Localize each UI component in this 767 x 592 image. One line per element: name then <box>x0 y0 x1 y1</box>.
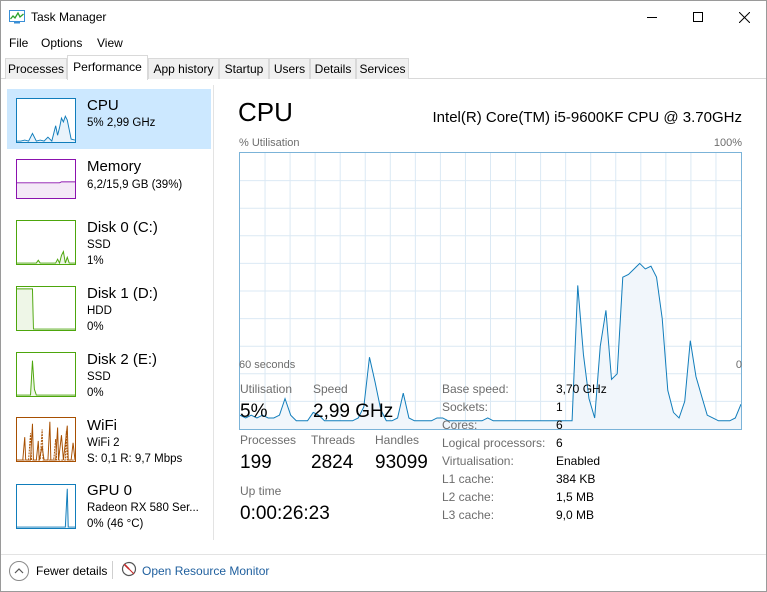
spec-value-base-speed: 3,70 GHz <box>556 382 607 396</box>
threads-label: Threads <box>311 433 356 447</box>
spec-value-sockets: 1 <box>556 400 563 414</box>
sidebar-sub-gpu0-usage: 0% (46 °C) <box>87 518 144 530</box>
tab-app-history[interactable]: App history <box>148 58 219 79</box>
sidebar-title-disk2: Disk 2 (E:) <box>87 351 158 368</box>
sidebar-sub-disk2-usage: 0% <box>87 387 104 399</box>
spec-label-l1-cache: L1 cache: <box>442 472 495 486</box>
uptime-value: 0:00:26:23 <box>240 503 330 524</box>
sidebar-item-disk1[interactable]: Disk 1 (D:) HDD 0% <box>7 277 211 341</box>
sidebar-sub-gpu0-name: Radeon RX 580 Ser... <box>87 502 199 514</box>
spec-value-logical-processors: 6 <box>556 436 563 450</box>
sidebar-sub-disk0-usage: 1% <box>87 255 104 267</box>
task-manager-window: Task Manager File Options View Processes… <box>0 0 767 592</box>
performance-sidebar: CPU 5% 2,99 GHz Memory 6,2/15,9 GB (39%)… <box>7 89 211 539</box>
sidebar-sub-cpu: 5% 2,99 GHz <box>87 117 156 129</box>
spec-label-logical-processors: Logical processors: <box>442 436 546 450</box>
chevron-up-icon[interactable] <box>9 561 29 581</box>
tab-services[interactable]: Services <box>356 58 409 79</box>
task-manager-icon <box>9 10 25 24</box>
spec-label-l2-cache: L2 cache: <box>442 490 495 504</box>
window-title: Task Manager <box>31 10 107 24</box>
processes-label: Processes <box>240 433 297 447</box>
sidebar-title-disk0: Disk 0 (C:) <box>87 219 158 236</box>
processes-value: 199 <box>240 452 272 473</box>
menu-bar: File Options View <box>1 33 766 55</box>
sidebar-item-gpu0[interactable]: GPU 0 Radeon RX 580 Ser... 0% (46 °C) <box>7 475 211 539</box>
utilisation-label: Utilisation <box>240 382 293 396</box>
tab-users[interactable]: Users <box>269 58 310 79</box>
maximize-icon <box>693 12 703 22</box>
sidebar-title-wifi: WiFi <box>87 417 117 434</box>
footer-divider <box>112 561 113 579</box>
title-bar: Task Manager <box>1 1 766 33</box>
resource-monitor-icon[interactable] <box>121 561 137 577</box>
spec-value-cores: 6 <box>556 418 563 432</box>
menu-options[interactable]: Options <box>41 36 82 50</box>
wifi-thumbnail-graph <box>16 417 76 462</box>
gpu0-thumbnail-graph <box>16 484 76 529</box>
spec-label-sockets: Sockets: <box>442 400 489 414</box>
sidebar-sub-disk0-type: SSD <box>87 239 111 251</box>
threads-value: 2824 <box>311 452 354 473</box>
close-icon <box>738 11 750 23</box>
sidebar-sub-wifi-name: WiFi 2 <box>87 437 120 449</box>
spec-label-base-speed: Base speed: <box>442 382 509 396</box>
minimize-icon <box>647 17 657 18</box>
sidebar-sub-memory: 6,2/15,9 GB (39%) <box>87 179 183 191</box>
handles-value: 93099 <box>375 452 428 473</box>
memory-thumbnail-graph <box>16 159 76 199</box>
disk1-thumbnail-graph <box>16 286 76 331</box>
sidebar-sub-disk1-type: HDD <box>87 305 112 317</box>
disk0-thumbnail-graph <box>16 220 76 265</box>
spec-value-l2-cache: 1,5 MB <box>556 490 595 504</box>
handles-label: Handles <box>375 433 420 447</box>
sidebar-title-cpu: CPU <box>87 97 119 114</box>
utilisation-value: 5% <box>240 401 268 422</box>
minimize-button[interactable] <box>629 1 675 33</box>
sidebar-title-memory: Memory <box>87 158 142 175</box>
tab-processes[interactable]: Processes <box>5 58 67 79</box>
speed-label: Speed <box>313 382 348 396</box>
speed-value: 2,99 GHz <box>313 401 394 422</box>
graph-ylabel: % Utilisation <box>239 137 300 149</box>
fewer-details-button[interactable]: Fewer details <box>36 564 107 578</box>
menu-view[interactable]: View <box>97 36 123 50</box>
graph-ymax-label: 100% <box>713 137 742 149</box>
cpu-model-name: Intel(R) Core(TM) i5-9600KF CPU @ 3.70GH… <box>432 109 742 126</box>
sidebar-item-cpu[interactable]: CPU 5% 2,99 GHz <box>7 89 211 149</box>
tab-performance[interactable]: Performance <box>67 55 148 80</box>
spec-value-l1-cache: 384 KB <box>556 472 596 486</box>
sidebar-title-gpu0: GPU 0 <box>87 482 133 499</box>
sidebar-sub-disk2-type: SSD <box>87 371 111 383</box>
tab-strip: Processes Performance App history Startu… <box>1 55 766 80</box>
footer-bar: Fewer details Open Resource Monitor <box>1 554 766 591</box>
spec-label-cores: Cores: <box>442 418 478 432</box>
sidebar-sub-wifi-rate: S: 0,1 R: 9,7 Mbps <box>87 453 183 465</box>
disk2-thumbnail-graph <box>16 352 76 397</box>
sidebar-sub-disk1-usage: 0% <box>87 321 104 333</box>
sidebar-item-wifi[interactable]: WiFi WiFi 2 S: 0,1 R: 9,7 Mbps <box>7 409 211 473</box>
sidebar-item-disk2[interactable]: Disk 2 (E:) SSD 0% <box>7 343 211 407</box>
open-resource-monitor-link[interactable]: Open Resource Monitor <box>142 564 269 578</box>
uptime-label: Up time <box>240 484 282 498</box>
close-button[interactable] <box>721 1 766 33</box>
page-title: CPU <box>238 97 293 127</box>
graph-xlabel-right: 0 <box>735 359 742 371</box>
spec-label-l3-cache: L3 cache: <box>442 508 495 522</box>
spec-value-virtualisation: Enabled <box>556 454 601 468</box>
maximize-button[interactable] <box>675 1 721 33</box>
menu-file[interactable]: File <box>9 36 28 50</box>
tab-startup[interactable]: Startup <box>219 58 269 79</box>
graph-xlabel-left: 60 seconds <box>239 359 296 371</box>
sidebar-item-memory[interactable]: Memory 6,2/15,9 GB (39%) <box>7 151 211 209</box>
sidebar-item-disk0[interactable]: Disk 0 (C:) SSD 1% <box>7 211 211 275</box>
cpu-thumbnail-graph <box>16 98 76 143</box>
spec-value-l3-cache: 9,0 MB <box>556 508 595 522</box>
cpu-detail-pane: CPU Intel(R) Core(TM) i5-9600KF CPU @ 3.… <box>214 79 766 544</box>
tab-details[interactable]: Details <box>310 58 356 79</box>
sidebar-title-disk1: Disk 1 (D:) <box>87 285 158 302</box>
spec-label-virtualisation: Virtualisation: <box>442 454 514 468</box>
